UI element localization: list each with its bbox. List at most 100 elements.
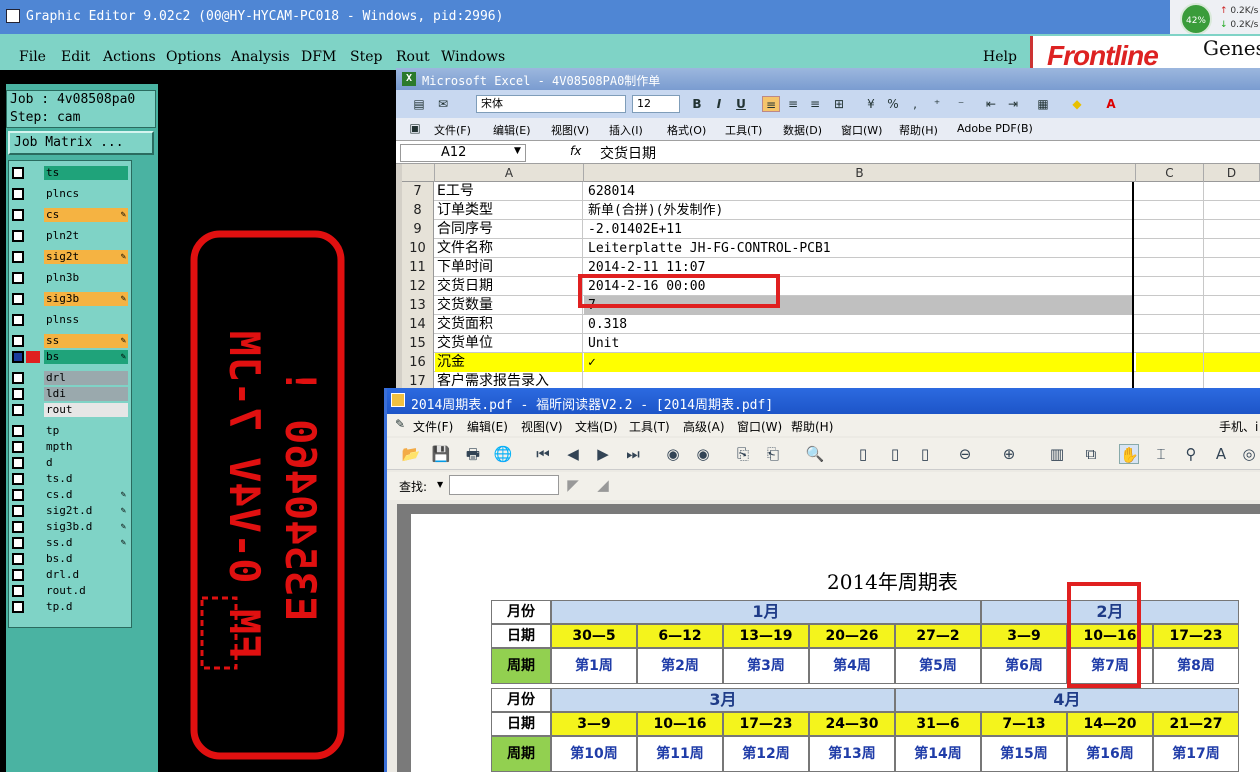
cell-d[interactable] [1204, 258, 1260, 277]
pdf-menu-edit[interactable]: 编辑(E) [467, 418, 508, 435]
borders-icon[interactable]: ▦ [1034, 96, 1052, 112]
layer-checkbox[interactable] [12, 314, 24, 326]
web-icon[interactable]: 🌐 [493, 444, 513, 464]
increase-decimal-icon[interactable]: ⁺ [928, 96, 946, 112]
layer-checkbox[interactable] [12, 230, 24, 242]
align-center-icon[interactable]: ≡ [784, 96, 802, 112]
cell-a[interactable]: 交货日期 [435, 277, 583, 296]
font-color-icon[interactable]: A [1102, 96, 1120, 112]
layer-name[interactable]: rout.d [44, 584, 128, 598]
layer-name[interactable]: drl [44, 371, 128, 385]
find-prev-icon[interactable]: ◤ [563, 475, 583, 495]
menu-analysis[interactable]: Analysis [231, 49, 290, 65]
cell-d[interactable] [1204, 334, 1260, 353]
cell-c[interactable] [1136, 220, 1204, 239]
paste-icon[interactable]: ⎗ [763, 444, 783, 464]
menu-actions[interactable]: Actions [103, 49, 156, 65]
fx-icon[interactable]: fx [570, 144, 581, 158]
cell-c[interactable] [1136, 334, 1204, 353]
typewriter-icon[interactable]: A [1211, 444, 1231, 464]
layer-checkbox[interactable] [12, 272, 24, 284]
pdf-menu-help[interactable]: 帮助(H) [791, 418, 833, 435]
layer-name[interactable]: tp [44, 424, 128, 438]
currency-icon[interactable]: ¥ [862, 96, 880, 112]
prev-page-icon[interactable]: ◀ [563, 444, 583, 464]
layer-row[interactable]: rout [12, 403, 128, 417]
menu-windows[interactable]: Windows [441, 49, 505, 65]
layer-row[interactable]: pln2t [12, 229, 128, 243]
layer-row[interactable]: sig3b.d ✎ [12, 520, 128, 534]
layer-name[interactable]: plnss [44, 313, 128, 327]
cell-c[interactable] [1136, 239, 1204, 258]
layer-name[interactable]: cs ✎ [44, 208, 128, 222]
layer-checkbox[interactable] [12, 293, 24, 305]
name-box-dropdown-icon[interactable]: ▼ [514, 146, 521, 156]
cell-d[interactable] [1204, 201, 1260, 220]
layer-name[interactable]: tp.d [44, 600, 128, 614]
bold-icon[interactable]: B [688, 96, 706, 112]
cell-b[interactable]: 新单(合拼)(外发制作) [584, 201, 1134, 220]
layer-name[interactable]: sig3b ✎ [44, 292, 128, 306]
cell-a[interactable]: 交货面积 [435, 315, 583, 334]
fill-color-icon[interactable]: ◆ [1068, 96, 1086, 112]
layer-checkbox[interactable] [12, 457, 24, 469]
row-header[interactable]: 16 [402, 353, 434, 372]
formula-input[interactable]: 交货日期 [600, 143, 656, 163]
cell-b[interactable]: Unit [584, 334, 1134, 353]
cell-c[interactable] [1136, 201, 1204, 220]
print-icon[interactable]: 🖶 [463, 444, 483, 464]
layer-panel-scrollbar[interactable] [132, 160, 156, 628]
find-dropdown-icon[interactable]: ▼ [437, 480, 443, 489]
forward-icon[interactable]: ◉ [693, 444, 713, 464]
layer-checkbox[interactable] [12, 537, 24, 549]
layer-name[interactable]: rout [44, 403, 128, 417]
layer-row[interactable]: drl [12, 371, 128, 385]
cell-b[interactable]: 628014 [584, 182, 1134, 201]
excel-menu-help[interactable]: 帮助(H) [899, 122, 938, 138]
zoom-out-icon[interactable]: ⊖ [955, 444, 975, 464]
pdf-menu-window[interactable]: 窗口(W) [737, 418, 782, 435]
layer-checkbox[interactable] [12, 521, 24, 533]
layer-checkbox[interactable] [12, 505, 24, 517]
menu-file[interactable]: File [19, 49, 46, 65]
pdf-titlebar[interactable]: 2014周期表.pdf - 福昕阅读器V2.2 - [2014周期表.pdf] [387, 388, 1260, 414]
decrease-indent-icon[interactable]: ⇤ [982, 96, 1000, 112]
underline-icon[interactable]: U [732, 96, 750, 112]
column-header-b[interactable]: B [584, 164, 1136, 182]
font-name-dropdown[interactable]: 宋体 [476, 95, 626, 113]
layer-checkbox[interactable] [12, 251, 24, 263]
last-page-icon[interactable]: ⏭ [623, 444, 643, 464]
pdf-menu-advanced[interactable]: 高级(A) [683, 418, 725, 435]
menu-options[interactable]: Options [166, 49, 221, 65]
single-page-icon[interactable]: ▯ [853, 444, 873, 464]
layer-row[interactable]: tp.d [12, 600, 128, 614]
cell-a[interactable]: 合同序号 [435, 220, 583, 239]
layer-checkbox[interactable] [12, 585, 24, 597]
genesis-titlebar[interactable]: Graphic Editor 9.02c2 (00@HY-HYCAM-PC018… [0, 0, 1260, 34]
layer-checkbox[interactable] [12, 553, 24, 565]
open-icon[interactable]: 📂 [401, 444, 421, 464]
layer-row[interactable]: d [12, 456, 128, 470]
cell-c[interactable] [1136, 182, 1204, 201]
cell-d[interactable] [1204, 296, 1260, 315]
row-header[interactable]: 7 [402, 182, 434, 201]
pdf-menu-file[interactable]: 文件(F) [413, 418, 453, 435]
cell-d[interactable] [1204, 239, 1260, 258]
cell-b[interactable]: 0.318 [584, 315, 1134, 334]
row-header[interactable]: 12 [402, 277, 434, 296]
pdf-email-icon[interactable]: ✉ [434, 96, 452, 112]
layer-name[interactable]: ts.d [44, 472, 128, 486]
layer-row[interactable]: ss ✎ [12, 334, 128, 348]
zoom-icon[interactable]: 🔍 [805, 444, 825, 464]
cell-a[interactable]: 文件名称 [435, 239, 583, 258]
layer-row[interactable]: drl.d [12, 568, 128, 582]
layer-checkbox[interactable] [12, 441, 24, 453]
pdf-menu-view[interactable]: 视图(V) [521, 418, 563, 435]
cell-b[interactable]: Leiterplatte JH-FG-CONTROL-PCB1 [584, 239, 1134, 258]
find-input[interactable] [449, 475, 559, 495]
layer-name[interactable]: cs.d ✎ [44, 488, 128, 502]
italic-icon[interactable]: I [710, 96, 728, 112]
layer-checkbox[interactable] [12, 335, 24, 347]
excel-menu-view[interactable]: 视图(V) [551, 122, 589, 138]
layer-row[interactable]: sig3b ✎ [12, 292, 128, 306]
